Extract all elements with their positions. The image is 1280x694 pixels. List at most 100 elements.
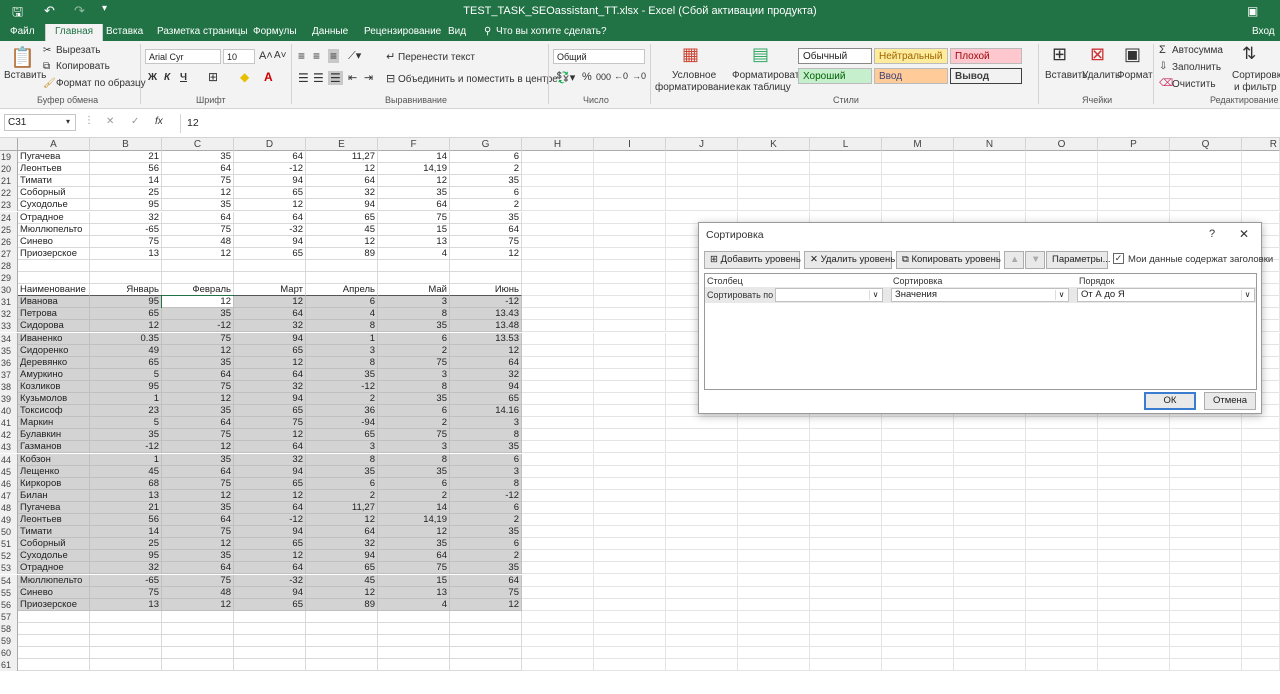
format-as-table-button[interactable]: Форматировать (732, 70, 805, 81)
table-cell[interactable]: 15 (378, 574, 450, 587)
table-cell[interactable] (666, 574, 738, 587)
table-cell[interactable] (594, 659, 666, 672)
table-row[interactable]: 58 (0, 622, 1280, 635)
table-cell[interactable] (666, 647, 738, 660)
table-cell[interactable] (522, 175, 594, 188)
table-cell[interactable]: Деревянко (18, 356, 90, 369)
table-cell[interactable] (666, 526, 738, 539)
table-cell[interactable] (162, 647, 234, 660)
tab-formulas[interactable]: Формулы (253, 26, 297, 37)
name-box-dropdown-icon[interactable]: ▾ (66, 117, 70, 126)
table-cell[interactable]: 12 (306, 514, 378, 526)
table-cell[interactable] (522, 284, 594, 297)
table-cell[interactable]: 35 (162, 453, 234, 466)
table-cell[interactable]: 12 (162, 393, 234, 405)
table-cell[interactable]: 35 (162, 151, 234, 163)
table-cell[interactable]: 65 (306, 211, 378, 224)
table-cell[interactable] (1098, 526, 1170, 539)
table-cell[interactable]: 94 (234, 465, 306, 478)
table-cell[interactable] (1242, 417, 1280, 430)
table-cell[interactable]: 14 (378, 501, 450, 514)
table-cell[interactable] (738, 635, 810, 647)
table-cell[interactable] (666, 622, 738, 635)
table-cell[interactable] (882, 598, 954, 611)
table-cell[interactable]: 64 (234, 211, 306, 224)
table-cell[interactable]: Токсисоф (18, 405, 90, 418)
table-cell[interactable] (1098, 586, 1170, 599)
table-cell[interactable] (1026, 550, 1098, 563)
format-as-table-button-line2[interactable]: как таблицу (736, 82, 791, 93)
table-cell[interactable] (810, 417, 882, 430)
table-cell[interactable] (1098, 647, 1170, 660)
style-output[interactable]: Вывод (950, 68, 1022, 84)
table-cell[interactable] (1242, 586, 1280, 599)
table-cell[interactable]: 3 (378, 368, 450, 381)
table-cell[interactable] (1098, 163, 1170, 176)
row-header[interactable]: 55 (0, 586, 18, 599)
table-cell[interactable] (1098, 489, 1170, 502)
table-cell[interactable]: 13.48 (450, 320, 522, 333)
table-cell[interactable]: 1 (90, 393, 162, 405)
table-cell[interactable] (594, 284, 666, 297)
table-cell[interactable] (810, 622, 882, 635)
table-cell[interactable]: 2 (450, 163, 522, 176)
table-cell[interactable] (1026, 175, 1098, 188)
table-cell[interactable]: 48 (162, 235, 234, 248)
copy-button[interactable]: Копировать (56, 61, 110, 72)
table-cell[interactable]: Лещенко (18, 465, 90, 478)
paste-button[interactable]: Вставить (4, 70, 46, 81)
table-cell[interactable] (378, 622, 450, 635)
table-cell[interactable] (234, 635, 306, 647)
table-cell[interactable] (738, 647, 810, 660)
table-cell[interactable] (738, 151, 810, 163)
table-cell[interactable]: 6 (378, 477, 450, 490)
table-cell[interactable] (954, 622, 1026, 635)
table-cell[interactable]: 35 (162, 405, 234, 418)
table-cell[interactable] (522, 586, 594, 599)
font-color-icon[interactable]: A (264, 70, 273, 84)
tab-home[interactable]: Главная (45, 24, 104, 41)
table-cell[interactable] (522, 453, 594, 466)
table-cell[interactable] (666, 151, 738, 163)
row-header[interactable]: 61 (0, 659, 18, 672)
column-header-k[interactable]: K (738, 138, 810, 151)
table-cell[interactable]: -32 (234, 574, 306, 587)
table-cell[interactable] (1170, 538, 1242, 551)
row-header[interactable]: 58 (0, 622, 18, 635)
table-cell[interactable] (522, 344, 594, 357)
table-cell[interactable] (450, 272, 522, 284)
table-cell[interactable] (450, 622, 522, 635)
table-cell[interactable]: 8 (450, 429, 522, 442)
table-cell[interactable] (810, 163, 882, 176)
conditional-format-button-line2[interactable]: форматирование (655, 82, 735, 93)
table-cell[interactable]: 8 (378, 453, 450, 466)
column-header-n[interactable]: N (954, 138, 1026, 151)
table-cell[interactable] (594, 259, 666, 272)
table-cell[interactable] (1098, 453, 1170, 466)
table-cell[interactable]: 12 (450, 247, 522, 260)
table-cell[interactable] (1026, 526, 1098, 539)
style-good[interactable]: Хороший (798, 68, 872, 84)
table-cell[interactable] (1170, 514, 1242, 526)
row-header[interactable]: 29 (0, 272, 18, 284)
table-cell[interactable] (810, 574, 882, 587)
table-cell[interactable] (1242, 622, 1280, 635)
table-cell[interactable] (522, 526, 594, 539)
table-cell[interactable]: Суходолье (18, 550, 90, 563)
table-cell[interactable]: 64 (450, 223, 522, 236)
table-cell[interactable] (594, 562, 666, 575)
table-cell[interactable]: 21 (90, 151, 162, 163)
table-cell[interactable]: -12 (450, 489, 522, 502)
table-row[interactable]: 54 Мюллюпельто -65 75 -32 45 15 64 (0, 574, 1280, 587)
table-cell[interactable] (882, 489, 954, 502)
table-cell[interactable] (954, 187, 1026, 200)
table-cell[interactable]: 94 (234, 235, 306, 248)
table-cell[interactable] (522, 417, 594, 430)
table-cell[interactable] (810, 598, 882, 611)
table-cell[interactable]: 8 (450, 477, 522, 490)
table-cell[interactable]: Тимати (18, 175, 90, 188)
table-cell[interactable] (1026, 622, 1098, 635)
table-cell[interactable] (594, 429, 666, 442)
table-cell[interactable]: 64 (378, 199, 450, 212)
table-cell[interactable] (234, 259, 306, 272)
